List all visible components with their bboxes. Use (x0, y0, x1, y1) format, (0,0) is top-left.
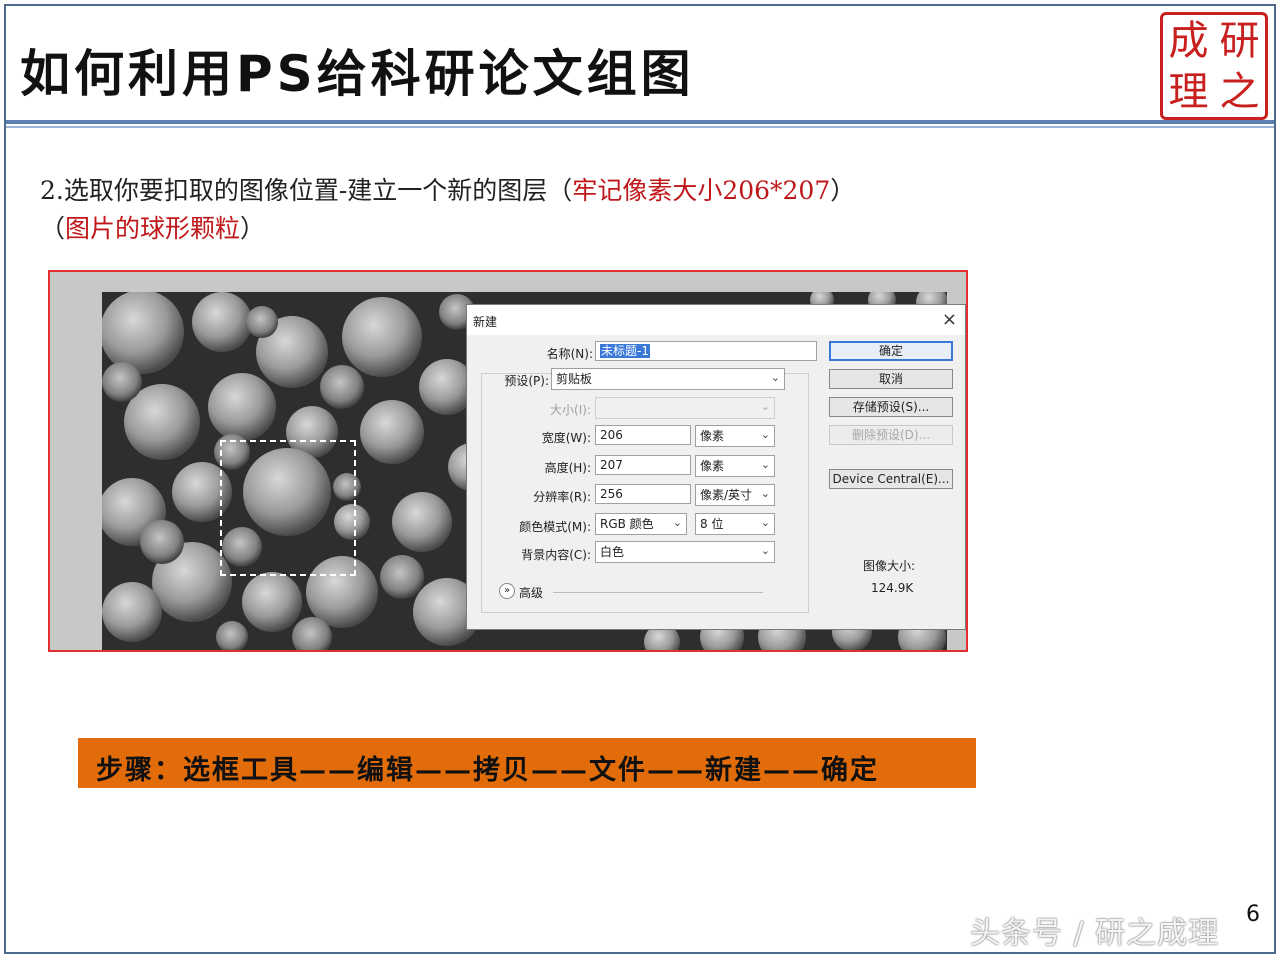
height-field[interactable]: 207 (595, 455, 691, 475)
photoshop-screenshot: 新建 × 名称(N): 未标题-1 预设(P): 剪贴板 ⌄ 大小(I): ⌄ … (48, 270, 968, 652)
resolution-label: 分辨率(R): (533, 490, 591, 504)
size-dropdown[interactable]: ⌄ (595, 397, 775, 419)
image-size-label: 图像大小: (863, 559, 916, 573)
background-label: 背景内容(C): (521, 548, 591, 562)
step-highlight-particles: 图片的球形颗粒 (65, 214, 241, 243)
save-preset-button[interactable]: 存储预设(S)... (829, 397, 953, 417)
page-number: 6 (1246, 902, 1260, 927)
chevron-down-icon: ⌄ (672, 516, 682, 529)
name-label: 名称(N): (546, 347, 593, 361)
slide-title: 如何利用PS给科研论文组图 (20, 45, 695, 103)
seal-char: 研 (1219, 17, 1260, 64)
steps-banner: 步骤：选框工具——编辑——拷贝——文件——新建——确定 (78, 738, 976, 788)
step-suffix: ） (830, 176, 856, 205)
color-mode-dropdown[interactable]: RGB 颜色 ⌄ (595, 513, 687, 535)
background-dropdown[interactable]: 白色 ⌄ (595, 541, 775, 563)
background-value: 白色 (600, 545, 625, 559)
close-icon[interactable]: × (942, 309, 957, 330)
step-description: 2.选取你要扣取的图像位置-建立一个新的图层（牢记像素大小206*207） （图… (40, 172, 1240, 248)
delete-preset-button[interactable]: 删除预设(D)... (829, 425, 953, 445)
expand-advanced-icon[interactable]: » (499, 583, 515, 599)
resolution-field[interactable]: 256 (595, 484, 691, 504)
step-line2-open: （ (40, 214, 66, 243)
dialog-title: 新建 (473, 315, 498, 329)
chevron-down-icon: ⌄ (760, 487, 770, 500)
seal-char: 成 (1168, 17, 1209, 64)
advanced-divider (553, 592, 763, 593)
name-field[interactable]: 未标题-1 (595, 341, 817, 361)
title-bar: 如何利用PS给科研论文组图 (6, 6, 1274, 128)
chevron-down-icon: ⌄ (760, 544, 770, 557)
size-label: 大小(I): (550, 403, 591, 417)
seal-char: 之 (1219, 68, 1260, 115)
step-line-2: （图片的球形颗粒） (40, 210, 1240, 248)
new-document-dialog: 新建 × 名称(N): 未标题-1 预设(P): 剪贴板 ⌄ 大小(I): ⌄ … (466, 304, 966, 630)
color-mode-label: 颜色模式(M): (519, 520, 591, 534)
steps-text: 步骤：选框工具——编辑——拷贝——文件——新建——确定 (96, 755, 879, 786)
width-unit-dropdown[interactable]: 像素 ⌄ (695, 425, 775, 447)
color-mode-value: RGB 颜色 (600, 517, 654, 531)
height-unit-dropdown[interactable]: 像素 ⌄ (695, 455, 775, 477)
step-prefix: 2.选取你要扣取的图像位置-建立一个新的图层（ (40, 176, 573, 205)
advanced-label[interactable]: 高级 (519, 584, 543, 601)
name-value: 未标题-1 (600, 344, 650, 358)
watermark: 头条号 / 研之成理 (970, 916, 1220, 951)
preset-dropdown[interactable]: 剪贴板 ⌄ (551, 368, 785, 390)
width-unit-value: 像素 (700, 429, 725, 443)
seal-logo: 成 研 理 之 (1160, 12, 1268, 120)
step-line-1: 2.选取你要扣取的图像位置-建立一个新的图层（牢记像素大小206*207） (40, 172, 1240, 210)
width-label: 宽度(W): (541, 431, 591, 445)
bit-depth-value: 8 位 (700, 517, 724, 531)
resolution-unit-dropdown[interactable]: 像素/英寸 ⌄ (695, 484, 775, 506)
height-unit-value: 像素 (700, 459, 725, 473)
dialog-titlebar: 新建 × (467, 305, 965, 335)
chevron-down-icon: ⌄ (760, 458, 770, 471)
preset-label: 预设(P): (504, 374, 549, 388)
marquee-selection (220, 440, 356, 576)
step-line2-close: ） (240, 214, 266, 243)
bit-depth-dropdown[interactable]: 8 位 ⌄ (695, 513, 775, 535)
height-label: 高度(H): (544, 461, 591, 475)
chevron-down-icon: ⌄ (770, 371, 780, 384)
chevron-down-icon: ⌄ (760, 400, 770, 413)
chevron-down-icon: ⌄ (760, 516, 770, 529)
preset-value: 剪贴板 (556, 372, 593, 386)
image-size-value: 124.9K (871, 581, 914, 595)
ok-button[interactable]: 确定 (829, 341, 953, 361)
resolution-unit-value: 像素/英寸 (700, 488, 753, 502)
cancel-button[interactable]: 取消 (829, 369, 953, 389)
chevron-down-icon: ⌄ (760, 428, 770, 441)
step-highlight-size: 牢记像素大小206*207 (572, 176, 831, 205)
device-central-button[interactable]: Device Central(E)... (829, 469, 953, 489)
width-field[interactable]: 206 (595, 425, 691, 445)
seal-char: 理 (1168, 68, 1209, 115)
